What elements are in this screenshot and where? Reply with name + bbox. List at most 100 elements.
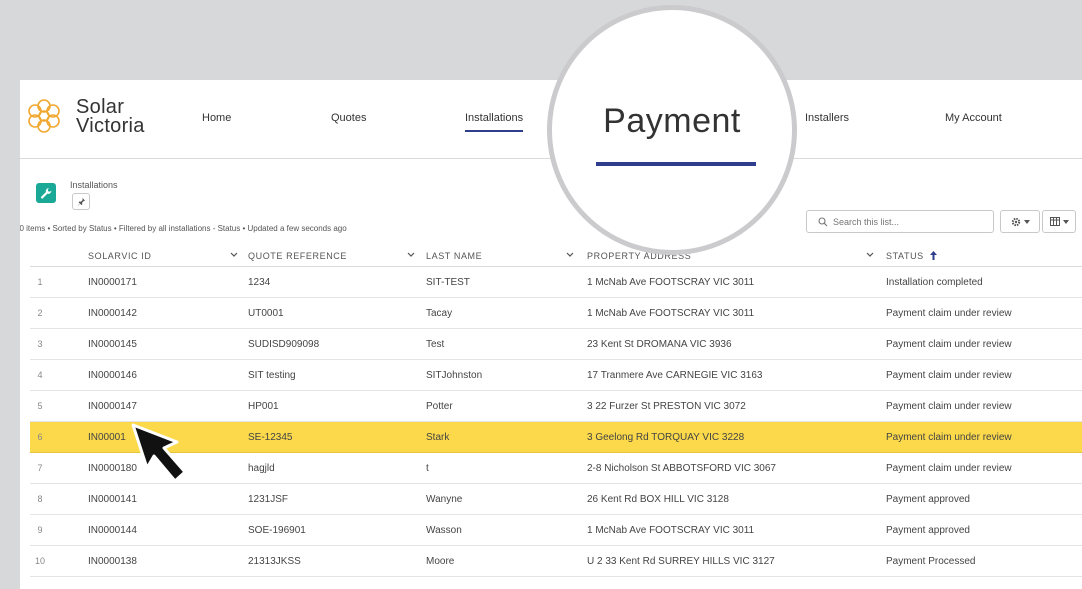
cell-solarvic-id[interactable]: IN0000141: [88, 494, 137, 505]
table-row[interactable]: 3 IN0000145 SUDISD909098 Test 23 Kent St…: [30, 329, 1082, 360]
chevron-down-icon[interactable]: [230, 252, 238, 258]
cell-solarvic-id[interactable]: IN00001: [88, 432, 126, 443]
cell-last-name: SITJohnston: [426, 370, 483, 381]
table-row[interactable]: 5 IN0000147 HP001 Potter 3 22 Furzer St …: [30, 391, 1082, 422]
table-row[interactable]: 1 IN0000171 1234 SIT-TEST 1 McNab Ave FO…: [30, 267, 1082, 298]
cell-last-name: Tacay: [426, 308, 453, 319]
row-number: 5: [37, 401, 43, 411]
cell-status: Payment claim under review: [886, 463, 1012, 474]
active-nav-indicator: [596, 162, 756, 166]
cell-status: Payment claim under review: [886, 401, 1012, 412]
display-as-button[interactable]: [1042, 210, 1076, 233]
cell-status: Payment claim under review: [886, 370, 1012, 381]
nav-installations[interactable]: Installations: [465, 112, 524, 132]
pin-icon: [77, 197, 85, 206]
cell-solarvic-id[interactable]: IN0000142: [88, 308, 137, 319]
nav-quotes[interactable]: Quotes: [331, 112, 366, 124]
cell-property-address: 23 Kent St DROMANA VIC 3936: [587, 339, 732, 350]
gear-icon: [1011, 217, 1020, 226]
list-info-line: 10 items • Sorted by Status • Filtered b…: [20, 224, 347, 233]
nav-payment-magnified[interactable]: Payment: [552, 102, 792, 141]
sort-arrow-up-icon[interactable]: [930, 251, 937, 260]
row-number: 7: [37, 463, 43, 473]
cell-property-address: 1 McNab Ave FOOTSCRAY VIC 3011: [587, 277, 755, 288]
cell-quote-reference: 1234: [248, 277, 271, 288]
cell-property-address: 3 22 Furzer St PRESTON VIC 3072: [587, 401, 746, 412]
search-input[interactable]: [833, 214, 988, 229]
cell-quote-reference: UT0001: [248, 308, 284, 319]
chevron-down-icon[interactable]: [866, 252, 874, 258]
row-number: 4: [37, 370, 43, 380]
nav-installers[interactable]: Installers: [805, 112, 849, 124]
column-header-solarvic-id[interactable]: SOLARVIC ID: [88, 251, 151, 261]
chevron-down-icon[interactable]: [566, 252, 574, 258]
row-number: 1: [37, 277, 43, 287]
chevron-down-icon[interactable]: [407, 252, 415, 258]
cell-last-name: Moore: [426, 556, 455, 567]
cell-status: Payment claim under review: [886, 308, 1012, 319]
cell-quote-reference: SIT testing: [248, 370, 296, 381]
cell-property-address: 1 McNab Ave FOOTSCRAY VIC 3011: [587, 308, 755, 319]
nav-home[interactable]: Home: [202, 112, 231, 124]
cell-property-address: 1 McNab Ave FOOTSCRAY VIC 3011: [587, 525, 755, 536]
row-number: 3: [37, 339, 43, 349]
chevron-down-icon: [1023, 219, 1030, 224]
cell-property-address: U 2 33 Kent Rd SURREY HILLS VIC 3127: [587, 556, 775, 567]
list-object-label: Installations: [70, 180, 118, 190]
cell-status: Installation completed: [886, 277, 983, 288]
columns-icon: [1049, 217, 1060, 226]
table-row[interactable]: 2 IN0000142 UT0001 Tacay 1 McNab Ave FOO…: [30, 298, 1082, 329]
table-row[interactable]: 9 IN0000144 SOE-196901 Wasson 1 McNab Av…: [30, 515, 1082, 546]
list-settings-button[interactable]: [1000, 210, 1040, 233]
row-number: 2: [37, 308, 43, 318]
cell-solarvic-id[interactable]: IN0000171: [88, 277, 137, 288]
search-icon: [818, 217, 828, 227]
magnifier-callout: Payment: [547, 5, 797, 255]
cell-quote-reference: hagjld: [248, 463, 275, 474]
cell-solarvic-id[interactable]: IN0000138: [88, 556, 137, 567]
pin-list-button[interactable]: [72, 193, 90, 210]
cell-quote-reference: 21313JKSS: [248, 556, 301, 567]
cell-quote-reference: 1231JSF: [248, 494, 289, 505]
cell-solarvic-id[interactable]: IN0000145: [88, 339, 137, 350]
mouse-pointer-icon: [131, 423, 187, 483]
cell-quote-reference: SOE-196901: [248, 525, 306, 536]
cell-last-name: t: [426, 463, 429, 474]
chevron-down-icon: [1062, 219, 1069, 224]
cell-last-name: Wasson: [426, 525, 462, 536]
row-number: 10: [34, 556, 45, 566]
nav-my-account[interactable]: My Account: [945, 112, 1002, 124]
row-number: 6: [37, 432, 43, 442]
cell-property-address: 17 Tranmere Ave CARNEGIE VIC 3163: [587, 370, 763, 381]
cell-status: Payment claim under review: [886, 432, 1012, 443]
installations-table: SOLARVIC ID QUOTE REFERENCE LAST NAME PR…: [30, 246, 1082, 577]
column-header-status[interactable]: STATUS: [886, 251, 924, 261]
cell-solarvic-id[interactable]: IN0000146: [88, 370, 137, 381]
column-header-last-name[interactable]: LAST NAME: [426, 251, 482, 261]
row-number: 9: [37, 525, 43, 535]
cell-last-name: Wanyne: [426, 494, 463, 505]
cell-status: Payment approved: [886, 525, 970, 536]
cell-solarvic-id[interactable]: IN0000144: [88, 525, 137, 536]
cell-quote-reference: SUDISD909098: [248, 339, 320, 350]
column-header-quote-reference[interactable]: QUOTE REFERENCE: [248, 251, 347, 261]
cell-last-name: Test: [426, 339, 445, 350]
cell-last-name: Stark: [426, 432, 450, 443]
cell-last-name: Potter: [426, 401, 453, 412]
brand-name: Solar Victoria: [76, 97, 145, 137]
table-row[interactable]: 4 IN0000146 SIT testing SITJohnston 17 T…: [30, 360, 1082, 391]
cell-quote-reference: SE-12345: [248, 432, 293, 443]
table-row[interactable]: 10 IN0000138 21313JKSS Moore U 2 33 Kent…: [30, 546, 1082, 577]
cell-last-name: SIT-TEST: [426, 277, 470, 288]
row-number: 8: [37, 494, 43, 504]
cell-property-address: 26 Kent Rd BOX HILL VIC 3128: [587, 494, 729, 505]
table-header-row: SOLARVIC ID QUOTE REFERENCE LAST NAME PR…: [30, 246, 1082, 267]
cell-property-address: 2-8 Nicholson St ABBOTSFORD VIC 3067: [587, 463, 776, 474]
cell-status: Payment approved: [886, 494, 970, 505]
cell-quote-reference: HP001: [248, 401, 279, 412]
wrench-icon: [36, 183, 56, 203]
cell-solarvic-id[interactable]: IN0000147: [88, 401, 137, 412]
search-list-box[interactable]: [806, 210, 994, 233]
solar-victoria-logo[interactable]: [24, 96, 64, 136]
brand-line-2: Victoria: [76, 115, 145, 137]
